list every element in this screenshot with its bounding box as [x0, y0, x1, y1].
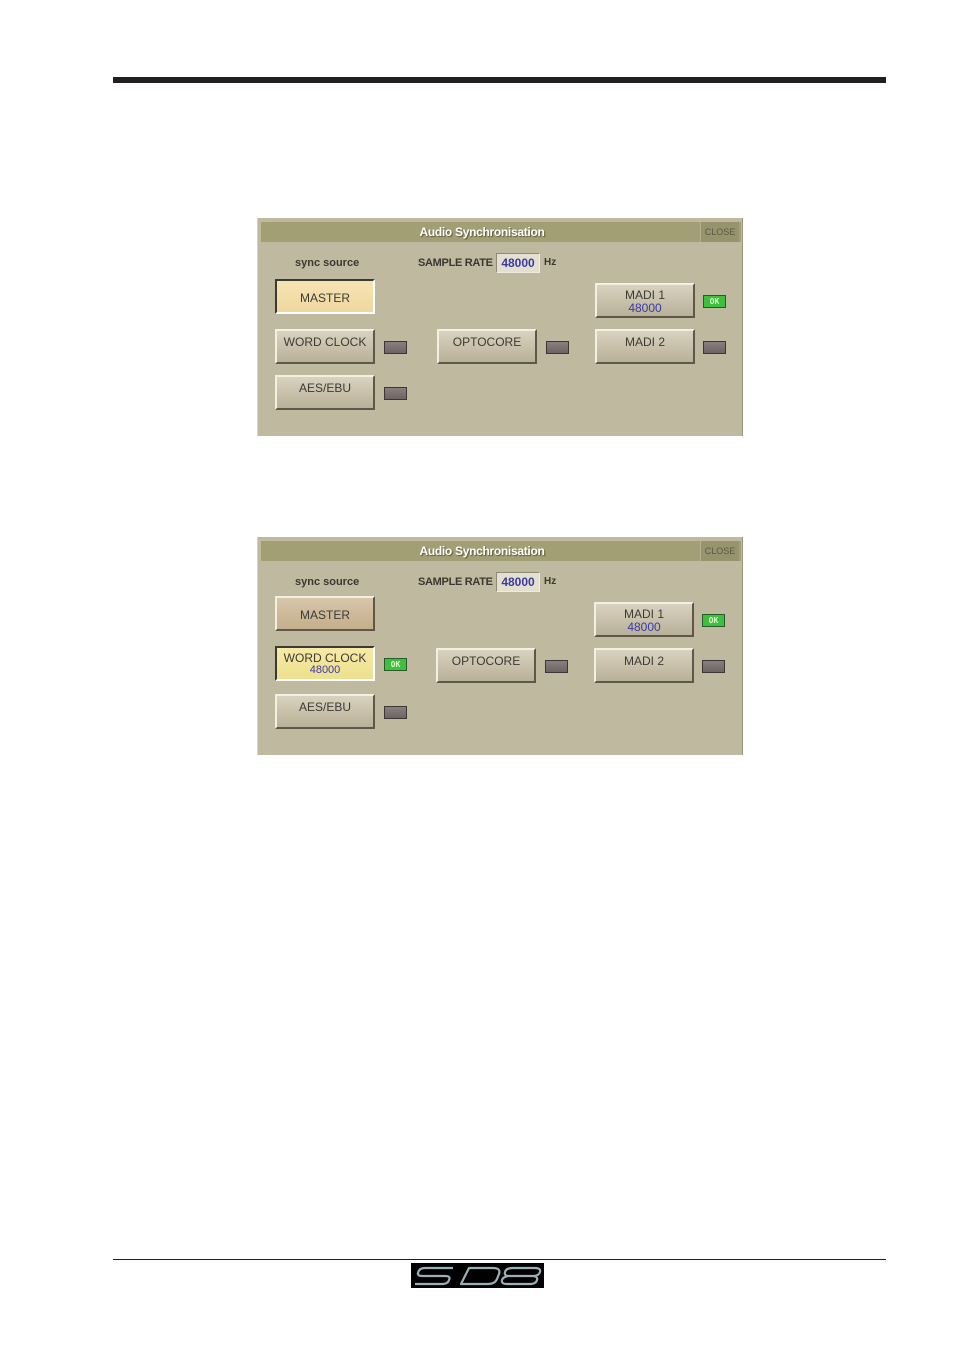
- sd8-logo-icon: [415, 1266, 542, 1286]
- optocore-status-led: [545, 660, 568, 673]
- optocore-label: OPTOCORE: [451, 654, 521, 668]
- sample-rate-value: 48000: [496, 253, 540, 273]
- word-clock-rate: 48000: [309, 664, 341, 676]
- word-clock-button[interactable]: WORD CLOCK 48000: [275, 646, 375, 681]
- optocore-status-led: [546, 341, 569, 354]
- madi1-label: MADI 1: [623, 607, 664, 621]
- aes-ebu-label: AES/EBU: [298, 700, 352, 714]
- sync-source-label: sync source: [295, 257, 360, 269]
- madi1-status-led: OK: [702, 614, 725, 627]
- dialog-title: Audio Synchronisation: [419, 544, 545, 558]
- madi1-button[interactable]: MADI 1 48000: [594, 602, 694, 637]
- dialog-titlebar: Audio Synchronisation CLOSE: [261, 222, 741, 242]
- sd8-logo: [411, 1263, 544, 1288]
- header-rule: [113, 77, 886, 83]
- sample-rate-label: SAMPLE RATE: [418, 576, 493, 588]
- master-label: MASTER: [299, 608, 350, 622]
- madi1-status-led: OK: [703, 295, 726, 308]
- madi1-label: MADI 1: [624, 288, 665, 302]
- madi2-status-led: [703, 341, 726, 354]
- madi2-status-led: [702, 660, 725, 673]
- sample-rate-value: 48000: [496, 572, 540, 592]
- master-button[interactable]: MASTER: [275, 596, 375, 631]
- madi2-button[interactable]: MADI 2: [594, 648, 694, 683]
- footer-rule: [113, 1259, 886, 1260]
- madi2-button[interactable]: MADI 2: [595, 329, 695, 364]
- optocore-button[interactable]: OPTOCORE: [436, 648, 536, 683]
- master-label: MASTER: [299, 291, 350, 305]
- close-button[interactable]: CLOSE: [700, 541, 739, 561]
- word-clock-label: WORD CLOCK: [283, 335, 367, 349]
- master-button[interactable]: MASTER: [275, 279, 375, 314]
- word-clock-button[interactable]: WORD CLOCK: [275, 329, 375, 364]
- aes-ebu-status-led: [384, 387, 407, 400]
- close-button[interactable]: CLOSE: [700, 222, 739, 242]
- madi1-button[interactable]: MADI 1 48000: [595, 283, 695, 318]
- madi1-rate: 48000: [628, 301, 662, 315]
- optocore-label: OPTOCORE: [452, 335, 522, 349]
- dialog-title: Audio Synchronisation: [419, 225, 545, 239]
- madi2-label: MADI 2: [624, 335, 665, 349]
- audio-sync-dialog-word-clock: Audio Synchronisation CLOSE sync source …: [257, 537, 743, 755]
- aes-ebu-label: AES/EBU: [298, 381, 352, 395]
- aes-ebu-status-led: [384, 706, 407, 719]
- madi1-rate: 48000: [627, 620, 661, 634]
- word-clock-status-led: OK: [384, 658, 407, 671]
- optocore-button[interactable]: OPTOCORE: [437, 329, 537, 364]
- word-clock-label: WORD CLOCK: [283, 651, 367, 665]
- aes-ebu-button[interactable]: AES/EBU: [275, 694, 375, 729]
- word-clock-status-led: [384, 341, 407, 354]
- sync-source-label: sync source: [295, 576, 360, 588]
- sample-rate-unit: Hz: [544, 257, 557, 268]
- aes-ebu-button[interactable]: AES/EBU: [275, 375, 375, 410]
- madi2-label: MADI 2: [623, 654, 664, 668]
- dialog-titlebar: Audio Synchronisation CLOSE: [261, 541, 741, 561]
- sample-rate-label: SAMPLE RATE: [418, 257, 493, 269]
- audio-sync-dialog-master: Audio Synchronisation CLOSE sync source …: [257, 218, 743, 436]
- sample-rate-unit: Hz: [544, 576, 557, 587]
